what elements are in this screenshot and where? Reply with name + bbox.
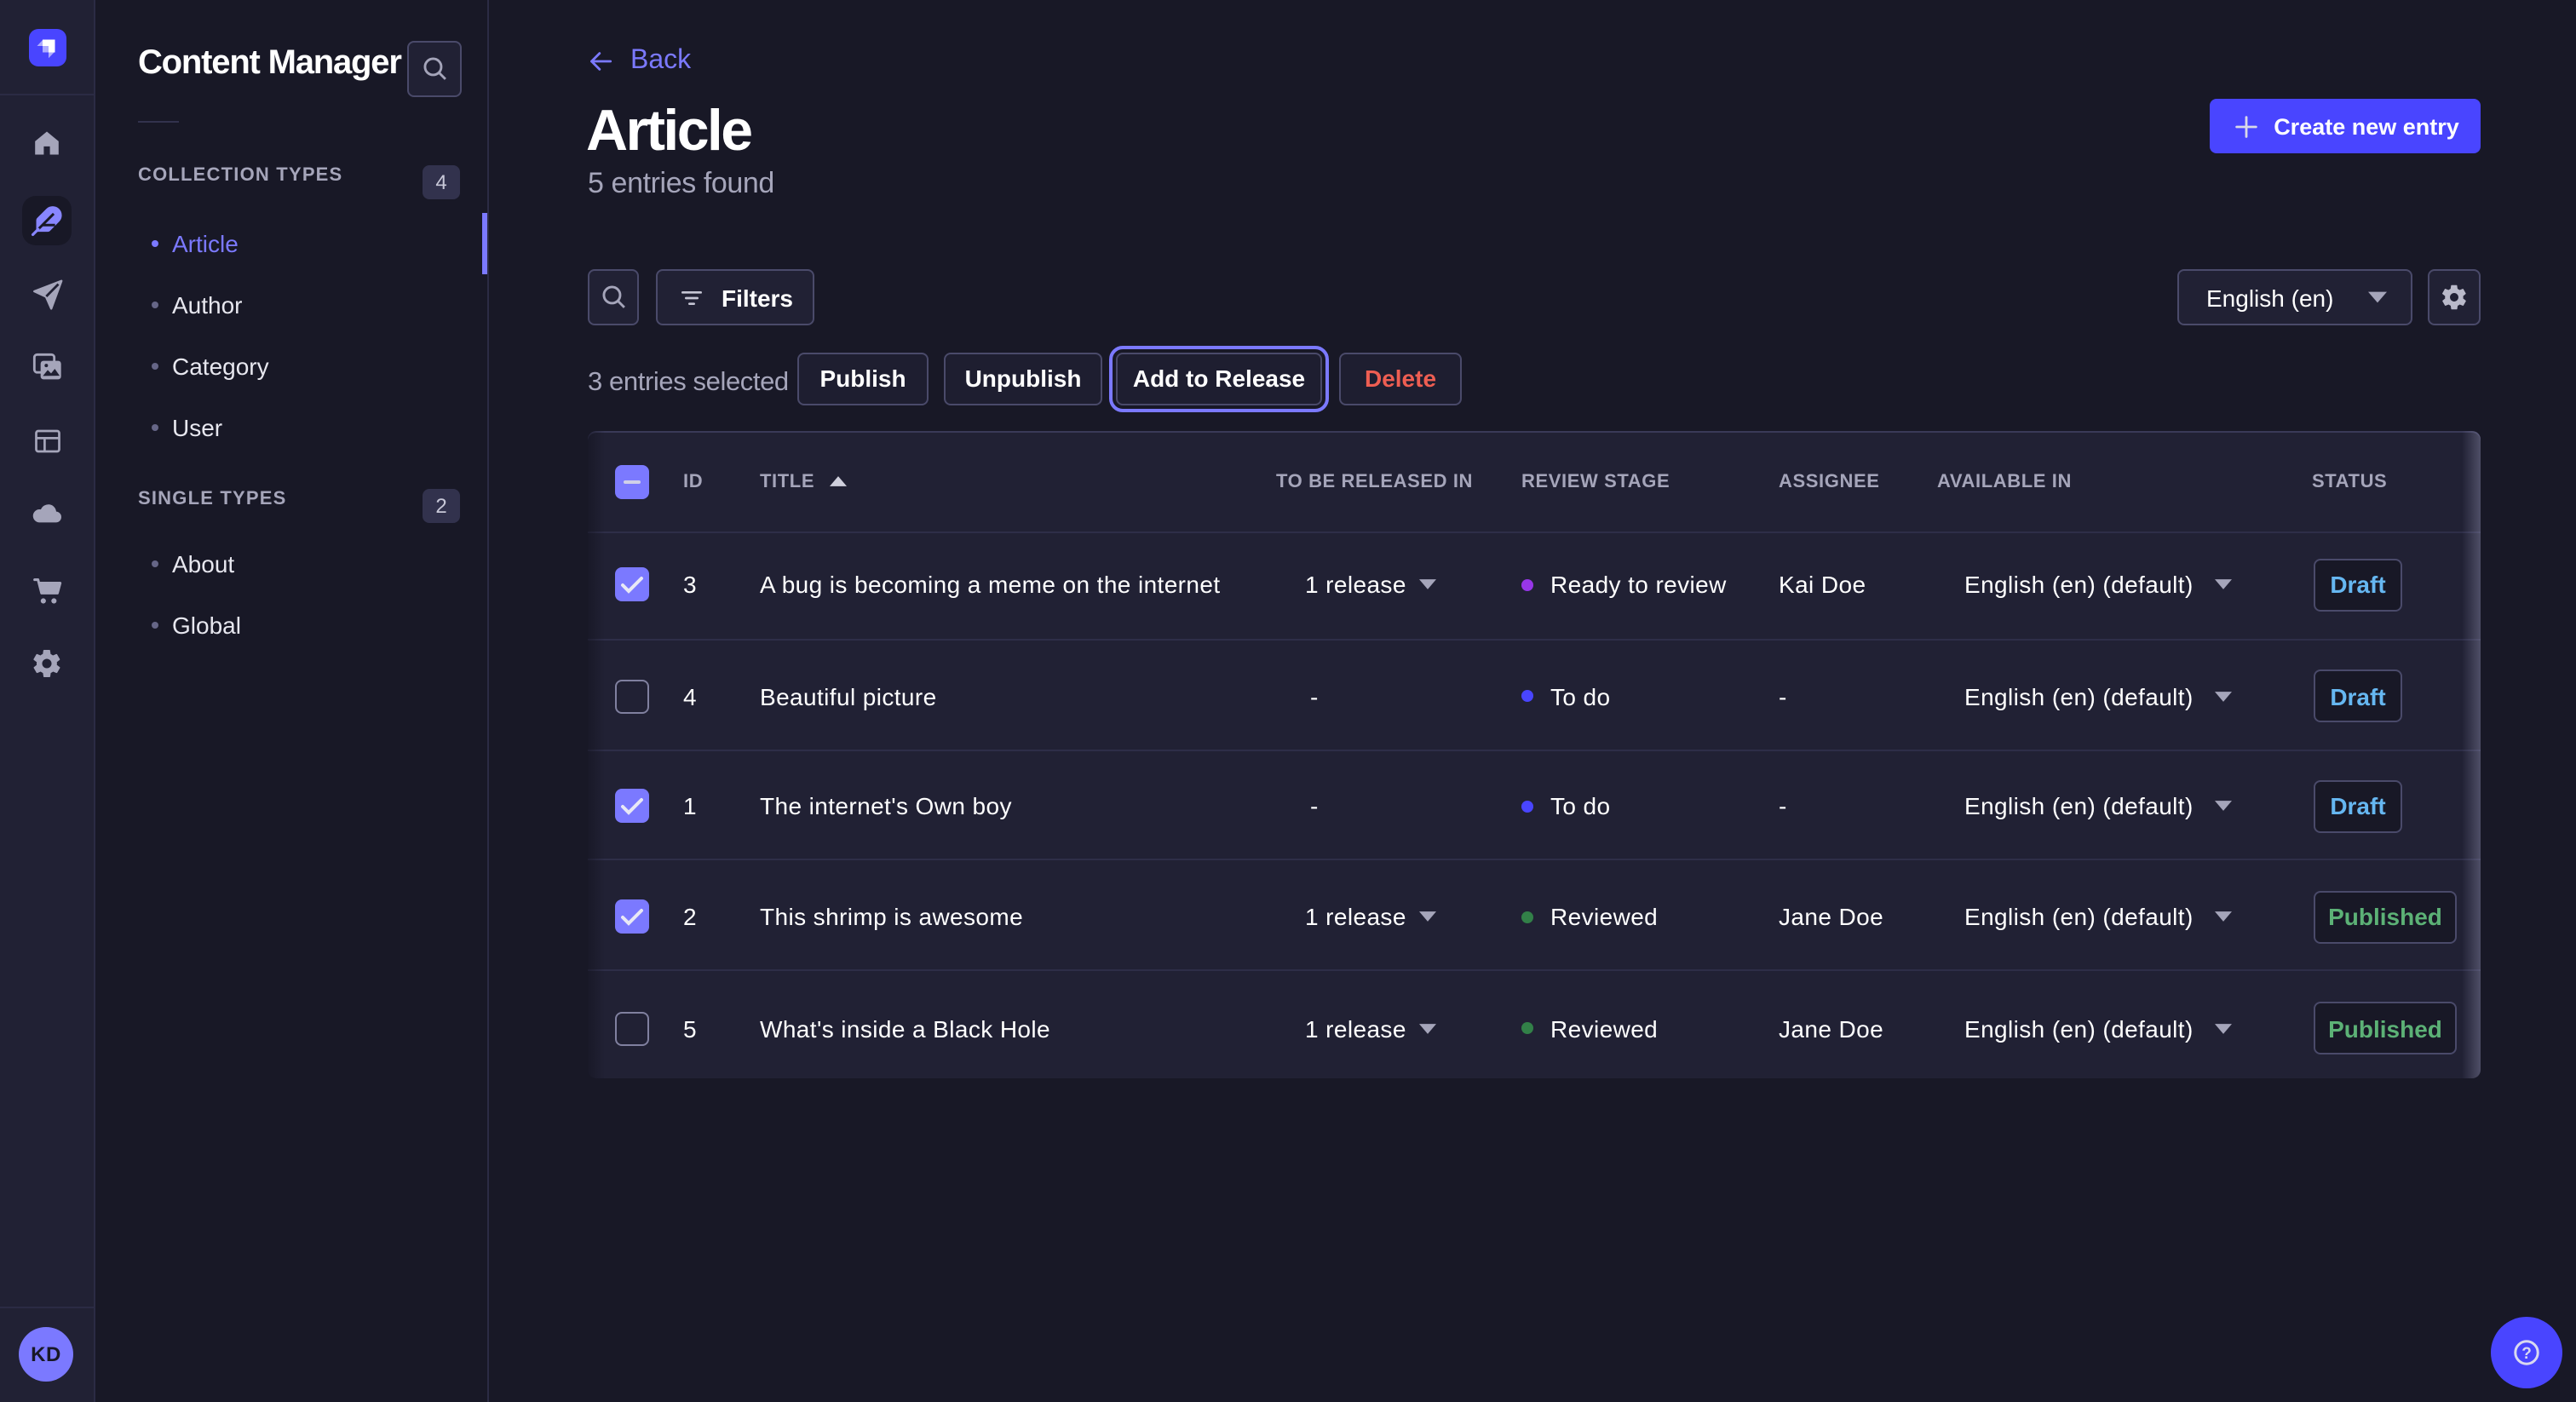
svg-text:?: ?: [2521, 1345, 2532, 1363]
